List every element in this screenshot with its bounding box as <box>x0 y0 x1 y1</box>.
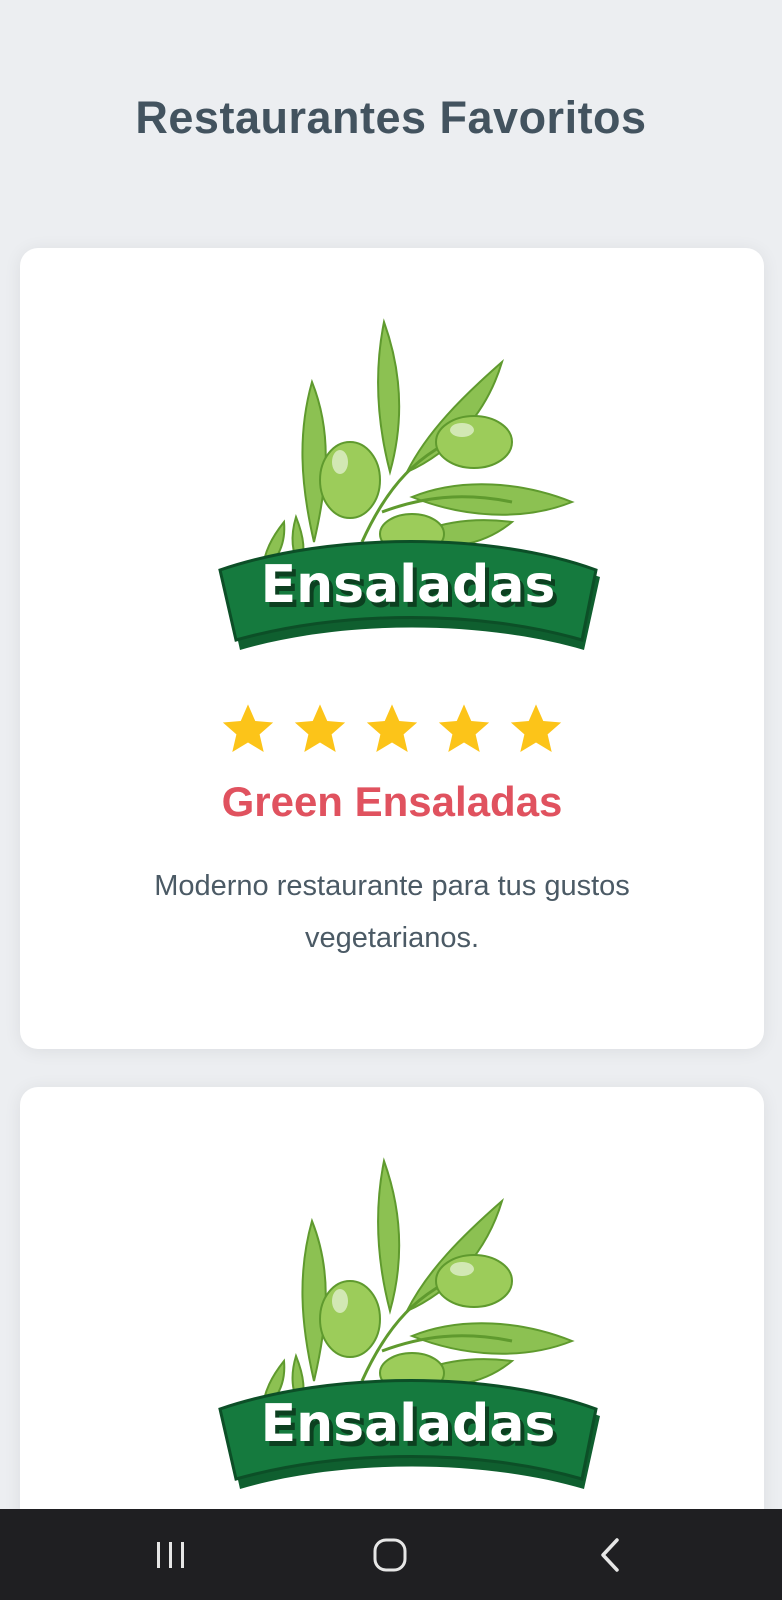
restaurant-card[interactable]: Ensaladas Ensaladas Green Ensaladas Mode… <box>20 248 764 1049</box>
restaurant-card[interactable]: Ensaladas Ensaladas <box>20 1087 764 1547</box>
svg-text:Ensaladas: Ensaladas <box>261 1394 556 1454</box>
rating-stars <box>20 700 764 758</box>
back-icon <box>601 1538 619 1572</box>
recent-apps-button[interactable] <box>141 1529 201 1581</box>
restaurant-name: Green Ensaladas <box>221 778 563 825</box>
restaurant-logo: Ensaladas Ensaladas <box>218 1157 600 1489</box>
star-icon <box>510 704 562 752</box>
restaurant-logo: Ensaladas Ensaladas <box>218 318 600 650</box>
star-icon <box>366 704 418 752</box>
restaurant-description: Moderno restaurante para tus gustos vege… <box>154 870 630 954</box>
star-icon <box>438 704 490 752</box>
recent-apps-icon <box>157 1542 184 1568</box>
svg-text:Ensaladas: Ensaladas <box>261 555 556 615</box>
star-icon <box>294 704 346 752</box>
star-icon <box>222 704 274 752</box>
back-button[interactable] <box>580 1529 640 1581</box>
page-title: Restaurantes Favoritos <box>135 92 647 143</box>
system-nav-bar <box>0 1509 782 1600</box>
home-button[interactable] <box>360 1529 420 1581</box>
home-icon <box>373 1538 407 1572</box>
